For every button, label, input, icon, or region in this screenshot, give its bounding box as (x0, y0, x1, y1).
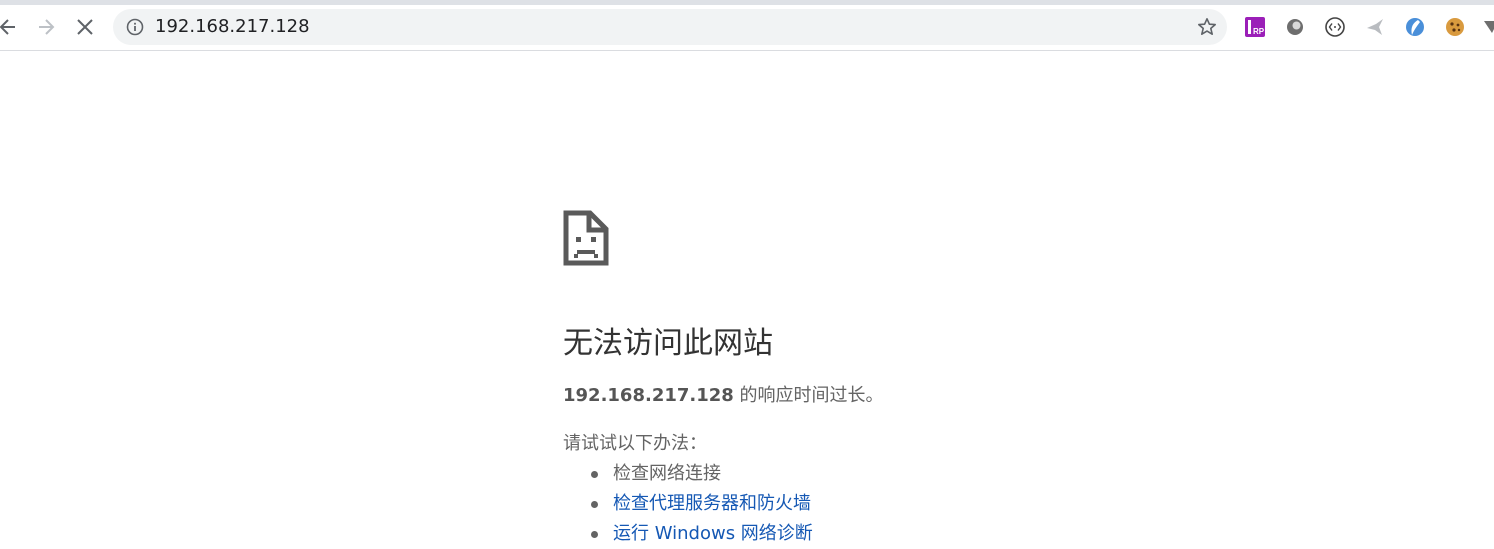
svg-text:RP: RP (1253, 27, 1265, 36)
filter-extension-icon[interactable] (1480, 16, 1494, 38)
suggestion-check-proxy[interactable]: 检查代理服务器和防火墙 (563, 489, 813, 519)
forward-arrow-icon (39, 19, 55, 35)
url-text[interactable]: 192.168.217.128 (155, 9, 310, 45)
error-host: 192.168.217.128 (563, 385, 734, 406)
circle-extension-icon[interactable] (1284, 16, 1306, 38)
suggestion-run-diagnostics[interactable]: 运行 Windows 网络诊断 (563, 519, 813, 549)
suggestions-list: 检查网络连接 检查代理服务器和防火墙 运行 Windows 网络诊断 (563, 459, 813, 549)
error-summary-text: 的响应时间过长。 (733, 385, 884, 406)
suggestion-check-connection: 检查网络连接 (563, 459, 813, 489)
bullet (591, 531, 598, 538)
forward-button[interactable] (32, 13, 60, 41)
back-arrow-icon (0, 19, 15, 35)
feather-extension-icon[interactable] (1404, 16, 1426, 38)
suggestion-text: 检查网络连接 (613, 463, 721, 484)
code-extension-icon[interactable] (1324, 16, 1346, 38)
axure-rp-extension-icon[interactable]: RP (1244, 16, 1266, 38)
sad-document-icon (563, 210, 609, 266)
address-bar[interactable]: 192.168.217.128 (113, 9, 1227, 45)
run-diagnostics-link[interactable]: 运行 Windows 网络诊断 (613, 523, 813, 544)
bullet (591, 471, 598, 478)
info-icon[interactable] (126, 18, 144, 36)
error-summary: 192.168.217.128 的响应时间过长。 (563, 382, 884, 410)
suggestions-heading: 请试试以下办法： (563, 433, 707, 454)
check-proxy-link[interactable]: 检查代理服务器和防火墙 (613, 493, 811, 514)
error-title: 无法访问此网站 (563, 326, 773, 361)
stop-button[interactable] (71, 13, 99, 41)
bullet (591, 501, 598, 508)
bird-extension-icon[interactable] (1364, 16, 1386, 38)
browser-toolbar: 192.168.217.128 RP (0, 5, 1494, 51)
star-icon[interactable] (1197, 17, 1217, 37)
close-icon (77, 19, 93, 35)
back-button[interactable] (0, 13, 22, 41)
cookie-extension-icon[interactable] (1444, 16, 1466, 38)
